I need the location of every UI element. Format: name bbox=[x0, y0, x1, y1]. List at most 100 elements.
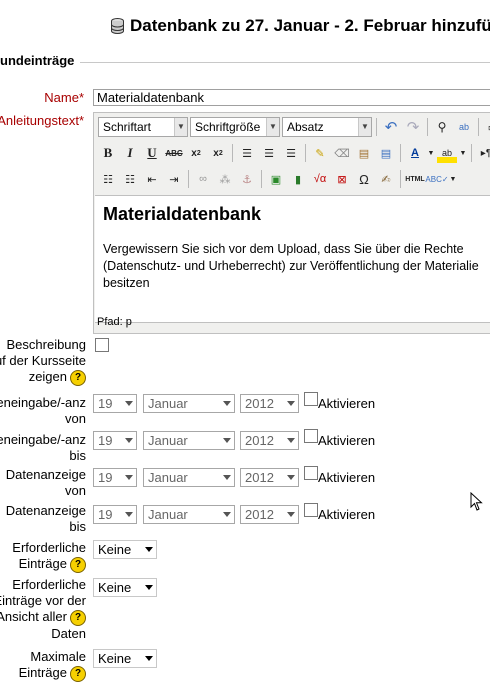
help-icon[interactable]: ? bbox=[70, 369, 86, 386]
editor-paragraph: Vergewissern Sie sich vor dem Upload, da… bbox=[103, 242, 479, 290]
align-right-icon[interactable]: ☰ bbox=[281, 143, 301, 163]
highlight-dropdown-icon[interactable]: ▼ bbox=[459, 143, 467, 163]
subscript-icon[interactable]: x2 bbox=[186, 143, 206, 163]
spellcheck-icon[interactable]: ABC✓ bbox=[425, 169, 448, 189]
help-icon[interactable]: ? bbox=[70, 556, 86, 573]
html-icon[interactable]: HTML bbox=[405, 169, 425, 189]
spellcheck-dropdown-icon[interactable]: ▼ bbox=[449, 169, 457, 189]
redo-icon[interactable]: ↷ bbox=[403, 117, 423, 137]
label-line: uf der Kursseite bbox=[0, 353, 86, 368]
bullet-list-icon[interactable]: ☷ bbox=[98, 169, 118, 189]
show-description-checkbox[interactable] bbox=[95, 338, 109, 352]
highlight-color-icon[interactable]: ab bbox=[437, 143, 457, 163]
view-from-label: Datenanzeige von bbox=[6, 467, 86, 499]
toolbar-separator bbox=[471, 144, 472, 162]
view-to-month-select[interactable]: Januar bbox=[143, 505, 235, 524]
underline-icon[interactable]: U bbox=[142, 143, 162, 163]
view-to-enable-checkbox[interactable] bbox=[304, 503, 318, 517]
undo-icon[interactable]: ↶ bbox=[381, 117, 401, 137]
indent-icon[interactable]: ⇥ bbox=[164, 169, 184, 189]
entry-to-day-select[interactable]: 19 bbox=[93, 431, 137, 450]
view-from-year-select[interactable]: 2012 bbox=[240, 468, 299, 487]
entry-from-month-select[interactable]: Januar bbox=[143, 394, 235, 413]
year-value: 2012 bbox=[245, 470, 274, 485]
math-icon[interactable]: ⊠ bbox=[332, 169, 352, 189]
label-line: Einträge vor der bbox=[0, 593, 86, 608]
chevron-down-icon bbox=[287, 512, 295, 517]
required-before-view-select[interactable]: Keine bbox=[93, 578, 157, 597]
image-icon[interactable]: ▣ bbox=[266, 169, 286, 189]
toolbar-separator bbox=[261, 170, 262, 188]
link-icon[interactable]: ∞ bbox=[193, 169, 213, 189]
toolbar-separator bbox=[400, 144, 401, 162]
equation-icon[interactable]: √α bbox=[310, 169, 330, 189]
eraser-icon[interactable]: ⌫ bbox=[332, 143, 352, 163]
entry-to-month-select[interactable]: Januar bbox=[143, 431, 235, 450]
view-from-enable-checkbox[interactable] bbox=[304, 466, 318, 480]
numbered-list-icon[interactable]: ☷ bbox=[120, 169, 140, 189]
entry-to-label: Dateneingabe/-anz bis bbox=[0, 432, 86, 464]
font-family-select[interactable]: Schriftart ▼ bbox=[98, 117, 188, 137]
text-color-icon[interactable]: A bbox=[405, 143, 425, 163]
chevron-down-icon bbox=[223, 512, 231, 517]
block-format-value: Absatz bbox=[287, 120, 324, 134]
block-format-select[interactable]: Absatz ▼ bbox=[282, 117, 372, 137]
chevron-down-icon: ▼ bbox=[266, 118, 279, 136]
entry-from-enable-checkbox[interactable] bbox=[304, 392, 318, 406]
select-value: Keine bbox=[98, 580, 132, 595]
chevron-down-icon bbox=[125, 401, 133, 406]
database-icon bbox=[111, 18, 124, 34]
label-line: Datenanzeige bbox=[5, 467, 86, 482]
italic-icon[interactable]: I bbox=[120, 143, 140, 163]
name-input[interactable] bbox=[93, 89, 490, 106]
entry-to-year-select[interactable]: 2012 bbox=[240, 431, 299, 450]
anchor-icon[interactable]: ⚓ bbox=[237, 169, 257, 189]
required-entries-select[interactable]: Keine bbox=[93, 540, 157, 559]
entry-from-year-select[interactable]: 2012 bbox=[240, 394, 299, 413]
chevron-down-icon bbox=[287, 475, 295, 480]
chevron-down-icon bbox=[223, 438, 231, 443]
view-from-day-select[interactable]: 19 bbox=[93, 468, 137, 487]
label-line: von bbox=[65, 483, 86, 498]
help-icon[interactable]: ? bbox=[70, 665, 86, 682]
label-line: Dateneingabe/-anz bbox=[0, 395, 86, 410]
help-icon[interactable]: ? bbox=[70, 609, 86, 626]
editor-content-area[interactable]: Materialdatenbank Vergewissern Sie sich … bbox=[95, 195, 490, 323]
text-color-dropdown-icon[interactable]: ▼ bbox=[427, 143, 435, 163]
view-from-month-select[interactable]: Januar bbox=[143, 468, 235, 487]
entry-from-day-select[interactable]: 19 bbox=[93, 394, 137, 413]
view-to-day-select[interactable]: 19 bbox=[93, 505, 137, 524]
legend-divider bbox=[80, 62, 490, 63]
paste-icon[interactable]: ▤ bbox=[354, 143, 374, 163]
view-to-label: Datenanzeige bis bbox=[6, 503, 86, 535]
edit-icon[interactable]: ✍ bbox=[376, 169, 396, 189]
enable-label: Aktivieren bbox=[318, 507, 376, 522]
label-line: Erforderliche bbox=[12, 540, 86, 555]
ltr-icon[interactable]: ▸¶ bbox=[476, 143, 490, 163]
paste-word-icon[interactable]: ▤ bbox=[376, 143, 396, 163]
strikethrough-icon[interactable]: ABC bbox=[164, 143, 184, 163]
replace-icon[interactable]: ab bbox=[454, 117, 474, 137]
view-to-year-select[interactable]: 2012 bbox=[240, 505, 299, 524]
entry-to-enable-checkbox[interactable] bbox=[304, 429, 318, 443]
editor-path: Pfad: p bbox=[97, 316, 132, 328]
superscript-icon[interactable]: x2 bbox=[208, 143, 228, 163]
max-entries-select[interactable]: Keine bbox=[93, 649, 157, 668]
instructions-label-text: Anleitungstext bbox=[0, 113, 79, 128]
outdent-icon[interactable]: ⇤ bbox=[142, 169, 162, 189]
special-char-icon[interactable]: Ω bbox=[354, 169, 374, 189]
media-icon[interactable]: ▮ bbox=[288, 169, 308, 189]
bold-icon[interactable]: B bbox=[98, 143, 118, 163]
align-left-icon[interactable]: ☰ bbox=[237, 143, 257, 163]
font-size-select[interactable]: Schriftgröße ▼ bbox=[190, 117, 280, 137]
align-center-icon[interactable]: ☰ bbox=[259, 143, 279, 163]
chevron-down-icon bbox=[223, 475, 231, 480]
label-line: von bbox=[65, 411, 86, 426]
label-text: Ansicht aller bbox=[0, 609, 67, 624]
month-value: Januar bbox=[148, 470, 188, 485]
select-value: Keine bbox=[98, 542, 132, 557]
fullscreen-icon[interactable]: ▭ bbox=[483, 117, 490, 137]
unlink-icon[interactable]: ⁂ bbox=[215, 169, 235, 189]
cleanup-icon[interactable]: ✎ bbox=[310, 143, 330, 163]
find-icon[interactable]: ⚲ bbox=[432, 117, 452, 137]
